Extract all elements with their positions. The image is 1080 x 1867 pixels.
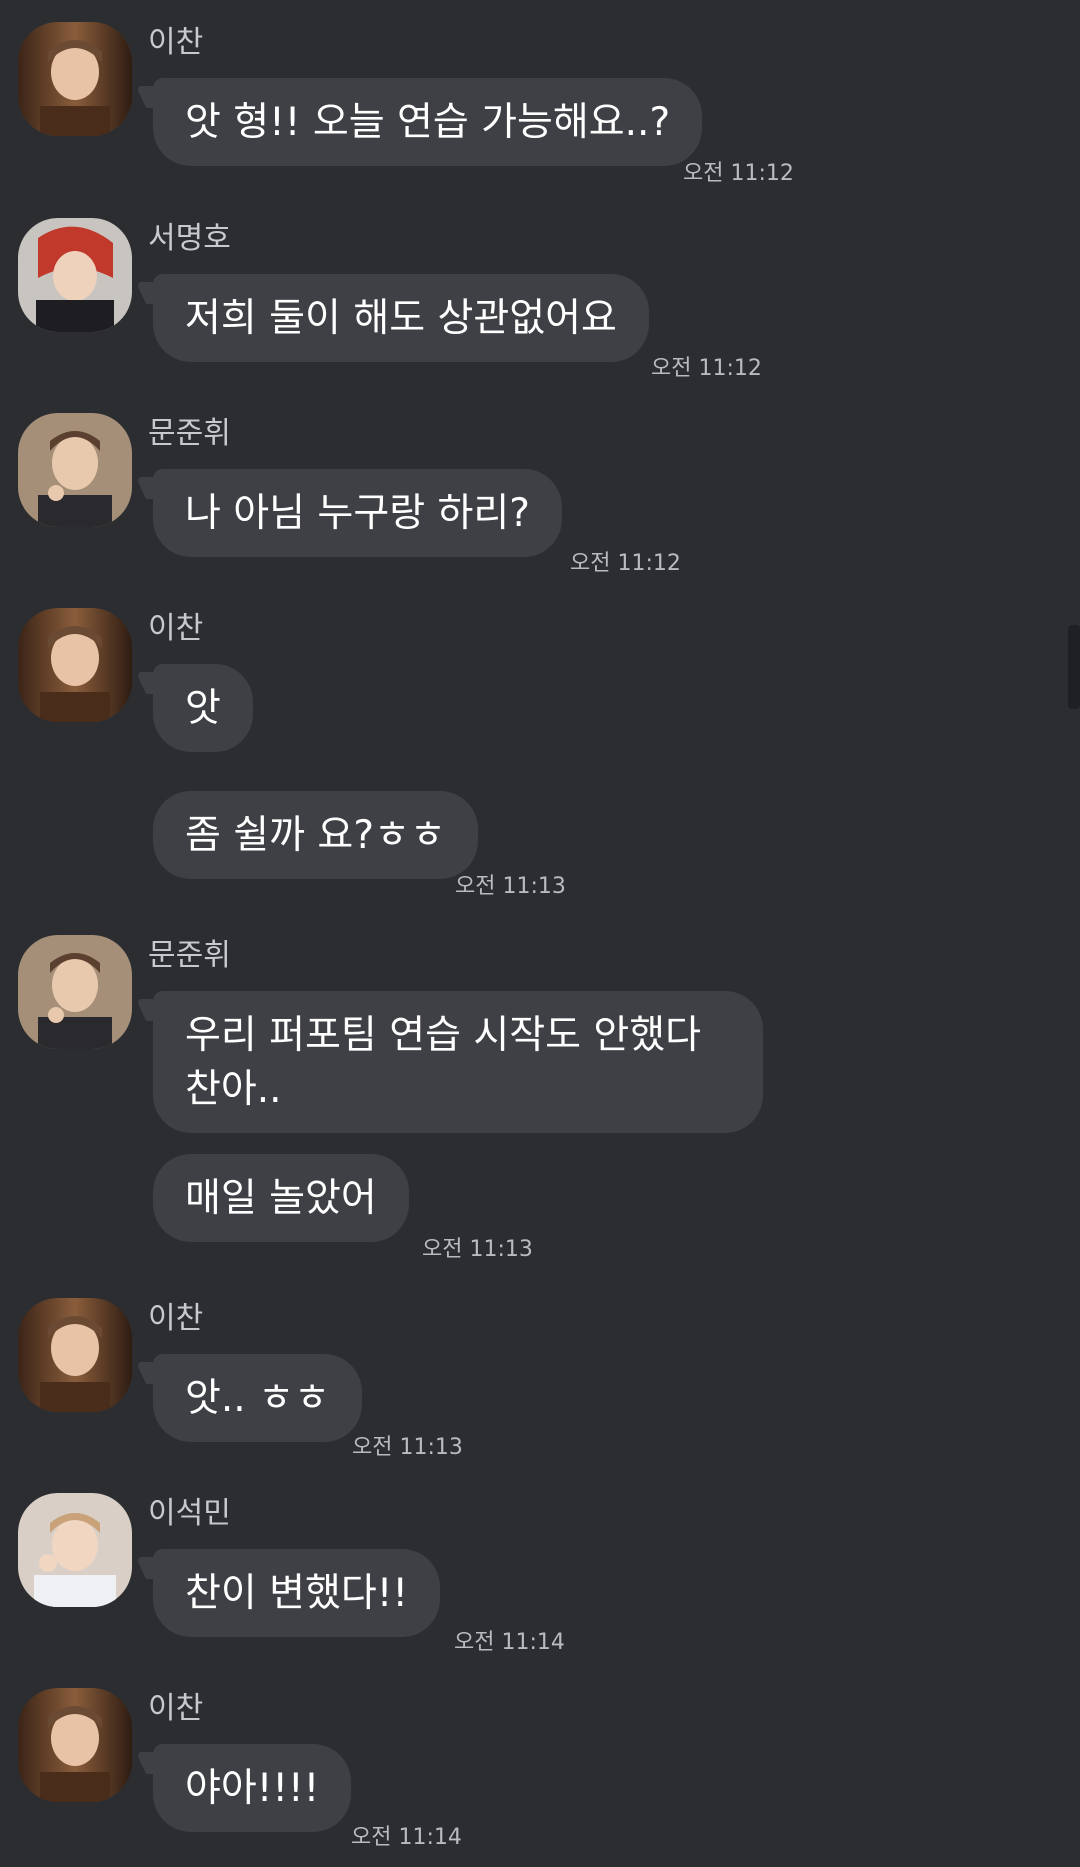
lee-seokmin-avatar[interactable] — [18, 1493, 132, 1607]
message-bubble[interactable]: 매일 놀았어 — [153, 1154, 409, 1242]
sender-name: 문준휘 — [148, 416, 231, 451]
message-bubble[interactable]: 앗 형!! 오늘 연습 가능해요..? — [153, 78, 703, 166]
message-bubble[interactable]: 나 아님 누구랑 하리? — [153, 469, 562, 557]
message-bubble[interactable]: 좀 쉴까 요?ㅎㅎ — [153, 791, 478, 879]
sender-name: 문준휘 — [148, 938, 231, 973]
sender-name: 이찬 — [148, 611, 204, 646]
lee-chan-avatar[interactable] — [18, 608, 132, 722]
lee-chan-avatar[interactable] — [18, 1298, 132, 1412]
message-timestamp: 오전 11:13 — [352, 1435, 463, 1460]
message-bubble[interactable]: 야아!!!! — [153, 1744, 352, 1832]
sender-name: 이석민 — [148, 1496, 231, 1531]
message-timestamp: 오전 11:13 — [422, 1237, 533, 1262]
moon-junhui-avatar[interactable] — [18, 413, 132, 527]
seo-myungho-avatar[interactable] — [18, 218, 132, 332]
message-bubble[interactable]: 앗 — [153, 664, 253, 752]
moon-junhui-avatar[interactable] — [18, 935, 132, 1049]
sender-name: 서명호 — [148, 221, 231, 256]
message-timestamp: 오전 11:13 — [455, 874, 566, 899]
message-timestamp: 오전 11:14 — [351, 1825, 462, 1850]
message-bubble[interactable]: 찬이 변했다!! — [153, 1549, 441, 1637]
message-bubble[interactable]: 앗.. ㅎㅎ — [153, 1354, 362, 1442]
message-timestamp: 오전 11:12 — [570, 551, 681, 576]
scrollbar[interactable] — [1068, 625, 1080, 709]
message-bubble[interactable]: 우리 퍼포팀 연습 시작도 안했다 찬아.. — [153, 991, 763, 1133]
message-timestamp: 오전 11:12 — [651, 356, 762, 381]
lee-chan-avatar[interactable] — [18, 22, 132, 136]
sender-name: 이찬 — [148, 1301, 204, 1336]
message-timestamp: 오전 11:14 — [454, 1630, 565, 1655]
message-bubble[interactable]: 저희 둘이 해도 상관없어요 — [153, 274, 649, 362]
message-timestamp: 오전 11:12 — [683, 161, 794, 186]
lee-chan-avatar[interactable] — [18, 1688, 132, 1802]
sender-name: 이찬 — [148, 25, 204, 60]
sender-name: 이찬 — [148, 1691, 204, 1726]
